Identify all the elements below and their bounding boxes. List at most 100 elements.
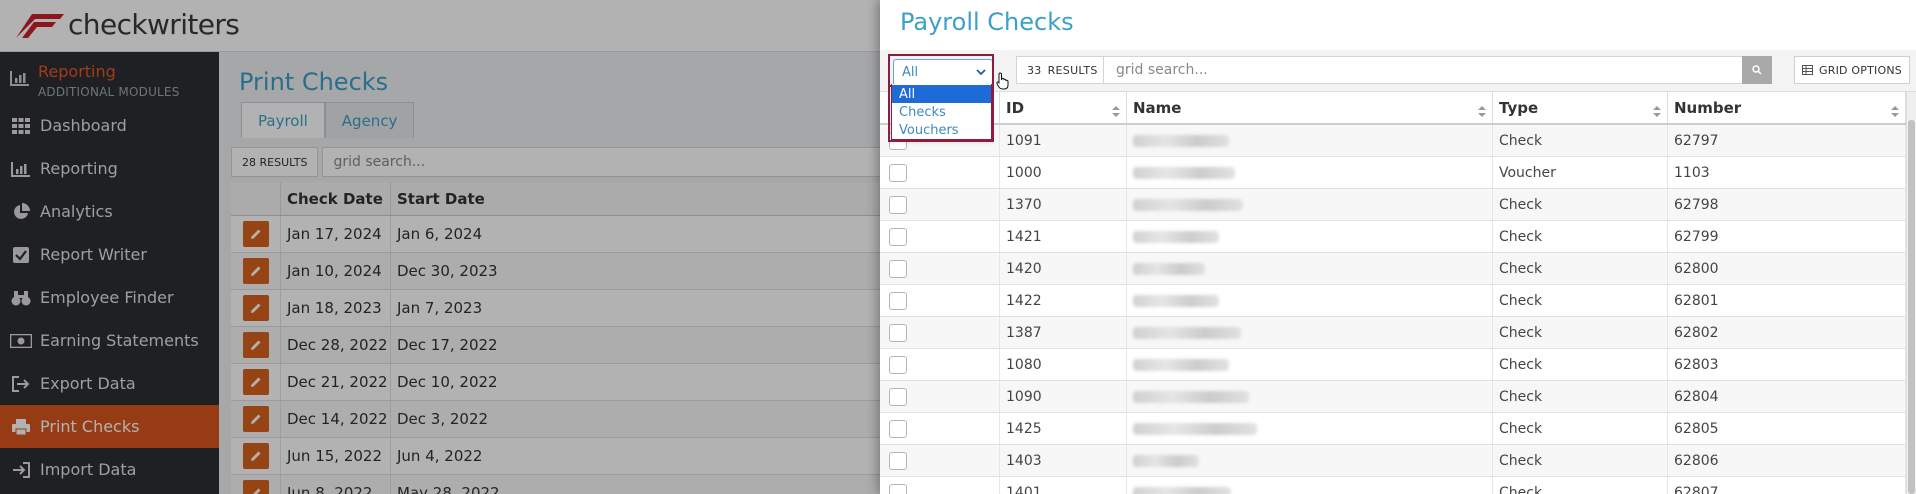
row-checkbox[interactable] [889, 355, 907, 374]
row-checkbox[interactable] [889, 419, 907, 438]
dropdown-option-checks[interactable]: Checks [892, 103, 991, 121]
payroll-checks-panel: Payroll Checks All 33 RESULTS grid searc… [880, 0, 1916, 494]
number-cell: 62801 [1668, 285, 1906, 316]
grid-options-button[interactable]: GRID OPTIONS [1794, 56, 1910, 84]
results-count: 33 RESULTS [1016, 56, 1109, 84]
dropdown-option-all[interactable]: All [892, 85, 991, 103]
type-filter-select[interactable]: All [893, 59, 993, 86]
id-cell: 1420 [1000, 253, 1127, 284]
redacted-name [1133, 198, 1243, 211]
name-cell [1127, 413, 1493, 444]
row-checkbox[interactable] [889, 227, 907, 246]
sort-icon [1891, 103, 1899, 121]
number-cell: 62803 [1668, 349, 1906, 380]
redacted-name [1133, 134, 1229, 147]
type-cell: Check [1493, 413, 1668, 444]
redacted-name [1133, 262, 1205, 275]
dropdown-option-vouchers[interactable]: Vouchers [892, 121, 991, 139]
header-number[interactable]: Number [1668, 92, 1906, 123]
type-cell: Check [1493, 285, 1668, 316]
row-checkbox[interactable] [889, 195, 907, 214]
header-type[interactable]: Type [1493, 92, 1668, 123]
row-checkbox[interactable] [889, 163, 907, 182]
grid-row[interactable]: 1090 Check 62804 [880, 381, 1906, 413]
grid-row[interactable]: 1425 Check 62805 [880, 413, 1906, 445]
number-cell: 62802 [1668, 317, 1906, 348]
select-cell [880, 477, 1000, 494]
id-cell: 1091 [1000, 125, 1127, 156]
grid-row[interactable]: 1420 Check 62800 [880, 253, 1906, 285]
grid-scrollbar[interactable] [1906, 92, 1916, 494]
redacted-name [1133, 422, 1257, 435]
id-cell: 1422 [1000, 285, 1127, 316]
grid-header: ID Name Type Number [880, 92, 1906, 125]
redacted-name [1133, 486, 1231, 494]
name-cell [1127, 125, 1493, 156]
type-cell: Check [1493, 445, 1668, 476]
type-cell: Check [1493, 253, 1668, 284]
grid-row[interactable]: 1422 Check 62801 [880, 285, 1906, 317]
id-cell: 1370 [1000, 189, 1127, 220]
row-checkbox[interactable] [889, 451, 907, 470]
type-cell: Voucher [1493, 157, 1668, 188]
type-cell: Check [1493, 189, 1668, 220]
id-cell: 1401 [1000, 477, 1127, 494]
select-cell [880, 349, 1000, 380]
grid-row[interactable]: 1421 Check 62799 [880, 221, 1906, 253]
grid-row[interactable]: 1080 Check 62803 [880, 349, 1906, 381]
row-checkbox[interactable] [889, 387, 907, 406]
redacted-name [1133, 294, 1219, 307]
panel-title: Payroll Checks [900, 8, 1074, 36]
grid-row[interactable]: 1370 Check 62798 [880, 189, 1906, 221]
select-cell [880, 317, 1000, 348]
scrollbar-thumb[interactable] [1908, 120, 1915, 494]
number-cell: 1103 [1668, 157, 1906, 188]
header-type-label: Type [1499, 98, 1539, 117]
type-cell: Check [1493, 477, 1668, 494]
grid-row[interactable]: 1403 Check 62806 [880, 445, 1906, 477]
grid-row[interactable]: 1000 Voucher 1103 [880, 157, 1906, 189]
grid-row[interactable]: 1091 Check 62797 [880, 125, 1906, 157]
redacted-name [1133, 326, 1241, 339]
header-name[interactable]: Name [1127, 92, 1493, 123]
name-cell [1127, 189, 1493, 220]
number-cell: 62797 [1668, 125, 1906, 156]
id-cell: 1403 [1000, 445, 1127, 476]
select-cell [880, 253, 1000, 284]
id-cell: 1000 [1000, 157, 1127, 188]
id-cell: 1090 [1000, 381, 1127, 412]
grid-search-input[interactable]: grid search... [1103, 56, 1743, 84]
hand-cursor-icon [996, 72, 1010, 94]
number-cell: 62807 [1668, 477, 1906, 494]
search-icon [1752, 61, 1762, 79]
type-cell: Check [1493, 125, 1668, 156]
modal-backdrop[interactable] [0, 0, 880, 494]
results-label: RESULTS [1047, 63, 1098, 77]
search-button[interactable] [1742, 56, 1772, 84]
table-icon [1802, 65, 1814, 75]
name-cell [1127, 317, 1493, 348]
header-number-label: Number [1674, 98, 1742, 117]
id-cell: 1387 [1000, 317, 1127, 348]
header-id[interactable]: ID [1000, 92, 1127, 123]
id-cell: 1421 [1000, 221, 1127, 252]
type-cell: Check [1493, 317, 1668, 348]
row-checkbox[interactable] [889, 323, 907, 342]
row-checkbox[interactable] [889, 483, 907, 494]
number-cell: 62806 [1668, 445, 1906, 476]
type-filter-dropdown: All Checks Vouchers [891, 84, 992, 140]
grid-row[interactable]: 1387 Check 62802 [880, 317, 1906, 349]
row-checkbox[interactable] [889, 291, 907, 310]
id-cell: 1080 [1000, 349, 1127, 380]
grid-row[interactable]: 1401 Check 62807 [880, 477, 1906, 494]
results-number: 33 [1027, 63, 1042, 77]
row-checkbox[interactable] [889, 259, 907, 278]
sort-icon [1478, 103, 1486, 121]
number-cell: 62799 [1668, 221, 1906, 252]
type-cell: Check [1493, 221, 1668, 252]
name-cell [1127, 285, 1493, 316]
name-cell [1127, 445, 1493, 476]
select-cell [880, 413, 1000, 444]
id-cell: 1425 [1000, 413, 1127, 444]
select-cell [880, 285, 1000, 316]
